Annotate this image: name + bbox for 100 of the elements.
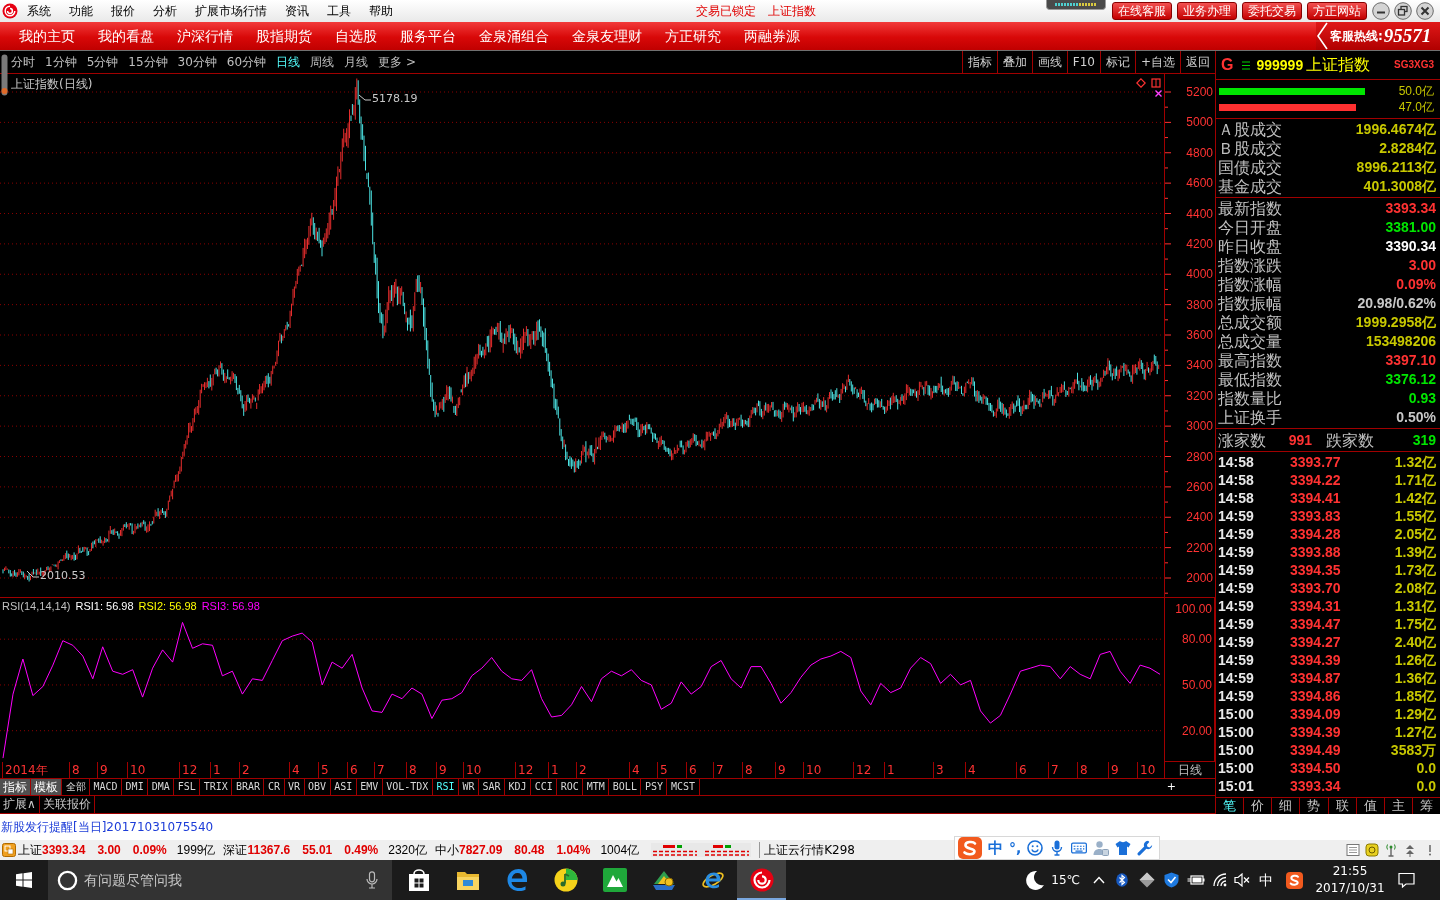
extra-tab[interactable]: 关联报价 — [39, 796, 95, 813]
list-icon[interactable] — [1242, 60, 1251, 70]
menu-item[interactable]: 报价 — [102, 2, 144, 20]
period-tab[interactable]: 60分钟 — [226, 54, 267, 70]
service-button[interactable]: 业务办理 — [1177, 2, 1237, 20]
period-tab[interactable]: 15分钟 — [128, 54, 168, 70]
indicator-tab[interactable]: TRIX — [200, 779, 233, 795]
search-box[interactable]: 有问题尽管问我 — [48, 860, 392, 900]
period-tab[interactable]: 30分钟 — [177, 54, 217, 70]
diamond-icon[interactable] — [1136, 78, 1146, 88]
nav-item[interactable]: 方正研究 — [653, 26, 732, 46]
indicator-mode-button[interactable]: 模板 — [31, 779, 62, 795]
indicator-tab[interactable]: CR — [264, 779, 285, 795]
indicator-tab[interactable]: ROC — [557, 779, 584, 795]
menu-item[interactable]: 资讯 — [276, 2, 318, 20]
diamond-icon[interactable] — [1139, 872, 1155, 888]
nav-item[interactable]: 股指期货 — [244, 26, 323, 46]
close-icon[interactable] — [1416, 2, 1434, 20]
period-tab[interactable]: 日线 — [276, 54, 301, 70]
ime-logo-icon[interactable] — [1286, 871, 1303, 889]
nav-item[interactable]: 我的看盘 — [86, 26, 165, 46]
period-tab[interactable]: 更多 > — [378, 54, 416, 70]
extra-tab[interactable]: 扩展∧ — [0, 796, 40, 813]
menu-item[interactable]: 分析 — [144, 2, 186, 20]
nav-item[interactable]: 金泉涌组合 — [467, 26, 560, 46]
keyboard-icon[interactable] — [1071, 840, 1088, 856]
menu-item[interactable]: 系统 — [18, 2, 60, 20]
nav-item[interactable]: 沪深行情 — [165, 26, 244, 46]
temperature-label[interactable]: 15℃ — [1051, 872, 1080, 888]
indicator-tab[interactable]: MCST — [667, 779, 700, 795]
moon-icon[interactable] — [1025, 870, 1046, 890]
detail-tab[interactable]: 筹 — [1412, 798, 1440, 814]
indicator-tab[interactable]: DMA — [148, 779, 175, 795]
smiley-icon[interactable] — [1027, 840, 1044, 856]
notice-link[interactable]: 新股发行提醒[当日]20171031075540 — [1, 819, 214, 835]
indicator-tab[interactable]: ASI — [330, 779, 357, 795]
indicator-mode-button[interactable]: 指标 — [0, 779, 31, 795]
period-tab[interactable]: 1分钟 — [45, 54, 77, 70]
speaker-muted-icon[interactable] — [1234, 873, 1250, 887]
nav-item[interactable]: 服务平台 — [388, 26, 467, 46]
person-icon[interactable] — [1093, 840, 1110, 856]
minimize-icon[interactable] — [1372, 2, 1390, 20]
indicator-tab[interactable]: VOL-TDX — [382, 779, 433, 795]
notification-icon[interactable] — [1398, 872, 1415, 888]
bluetooth-icon[interactable] — [1116, 873, 1128, 887]
period-tab[interactable]: 5分钟 — [86, 54, 119, 70]
indicator-tab[interactable]: FSL — [174, 779, 201, 795]
search-field[interactable]: 有问题尽管问我 — [84, 870, 358, 890]
indicator-tab[interactable]: KDJ — [505, 779, 532, 795]
ime-mode-toggle[interactable]: 中 — [988, 839, 1003, 857]
service-button[interactable]: 在线客服 — [1112, 2, 1172, 20]
antenna-icon[interactable] — [1384, 843, 1398, 857]
clock-date[interactable]: 2017/10/31 — [1315, 880, 1385, 897]
period-tab[interactable]: 周线 — [310, 54, 335, 70]
nav-item[interactable]: 自选股 — [323, 26, 388, 46]
shirt-icon[interactable] — [1115, 840, 1132, 856]
nav-item[interactable]: 我的主页 — [7, 26, 86, 46]
period-tab[interactable]: 月线 — [344, 54, 369, 70]
indicator-tab[interactable]: 全部 — [62, 779, 90, 795]
add-button[interactable]: + — [1164, 779, 1178, 795]
punctuation-toggle[interactable]: °, — [1009, 839, 1022, 857]
shield-icon[interactable] — [1164, 872, 1179, 888]
indicator-tab[interactable]: DMI — [122, 779, 149, 795]
wrench-icon[interactable] — [1137, 840, 1154, 856]
input-mode-label[interactable]: 中 — [1259, 871, 1273, 889]
indicator-tab[interactable]: EMV — [356, 779, 383, 795]
indicator-tab[interactable]: SAR — [479, 779, 506, 795]
service-button[interactable]: 委托交易 — [1242, 2, 1302, 20]
indicator-tab[interactable]: PSY — [641, 779, 668, 795]
indicator-tab[interactable]: VR — [284, 779, 305, 795]
window-tile-icon[interactable] — [2, 843, 16, 857]
caret-up-icon[interactable] — [1093, 876, 1105, 884]
menu-item[interactable]: 帮助 — [360, 2, 402, 20]
ring-icon[interactable] — [57, 869, 78, 891]
document-icon[interactable] — [1346, 843, 1360, 857]
split-square-icon[interactable] — [1151, 78, 1161, 88]
indicator-tab[interactable]: CCI — [531, 779, 558, 795]
menu-item[interactable]: 功能 — [60, 2, 102, 20]
period-tab[interactable]: 分时 — [11, 54, 35, 70]
indicator-tab[interactable]: WR — [458, 779, 479, 795]
indicator-tab[interactable]: RSI — [432, 779, 459, 795]
battery-icon[interactable] — [1187, 874, 1205, 886]
windows-start-icon[interactable] — [16, 872, 32, 888]
microphone-icon[interactable] — [366, 871, 378, 889]
scroll-handle[interactable] — [1, 54, 8, 96]
nav-item[interactable]: 两融券源 — [732, 26, 811, 46]
restore-icon[interactable] — [1394, 2, 1412, 20]
indicator-tab[interactable]: MACD — [90, 779, 123, 795]
exclamation-icon[interactable] — [1428, 844, 1432, 856]
indicator-tab[interactable]: BRAR — [232, 779, 265, 795]
menu-item[interactable]: 工具 — [318, 2, 360, 20]
service-button[interactable]: 方正网站 — [1307, 2, 1367, 20]
coin-icon[interactable] — [1365, 843, 1379, 857]
indicator-tab[interactable]: BOLL — [609, 779, 642, 795]
nav-item[interactable]: 金泉友理财 — [560, 26, 653, 46]
indicator-tab[interactable]: MTM — [583, 779, 610, 795]
indicator-tab[interactable]: OBV — [304, 779, 331, 795]
taskbar-app-button[interactable] — [737, 860, 786, 900]
wifi-icon[interactable] — [1213, 873, 1227, 887]
clock-time[interactable]: 21:55 — [1332, 863, 1368, 880]
